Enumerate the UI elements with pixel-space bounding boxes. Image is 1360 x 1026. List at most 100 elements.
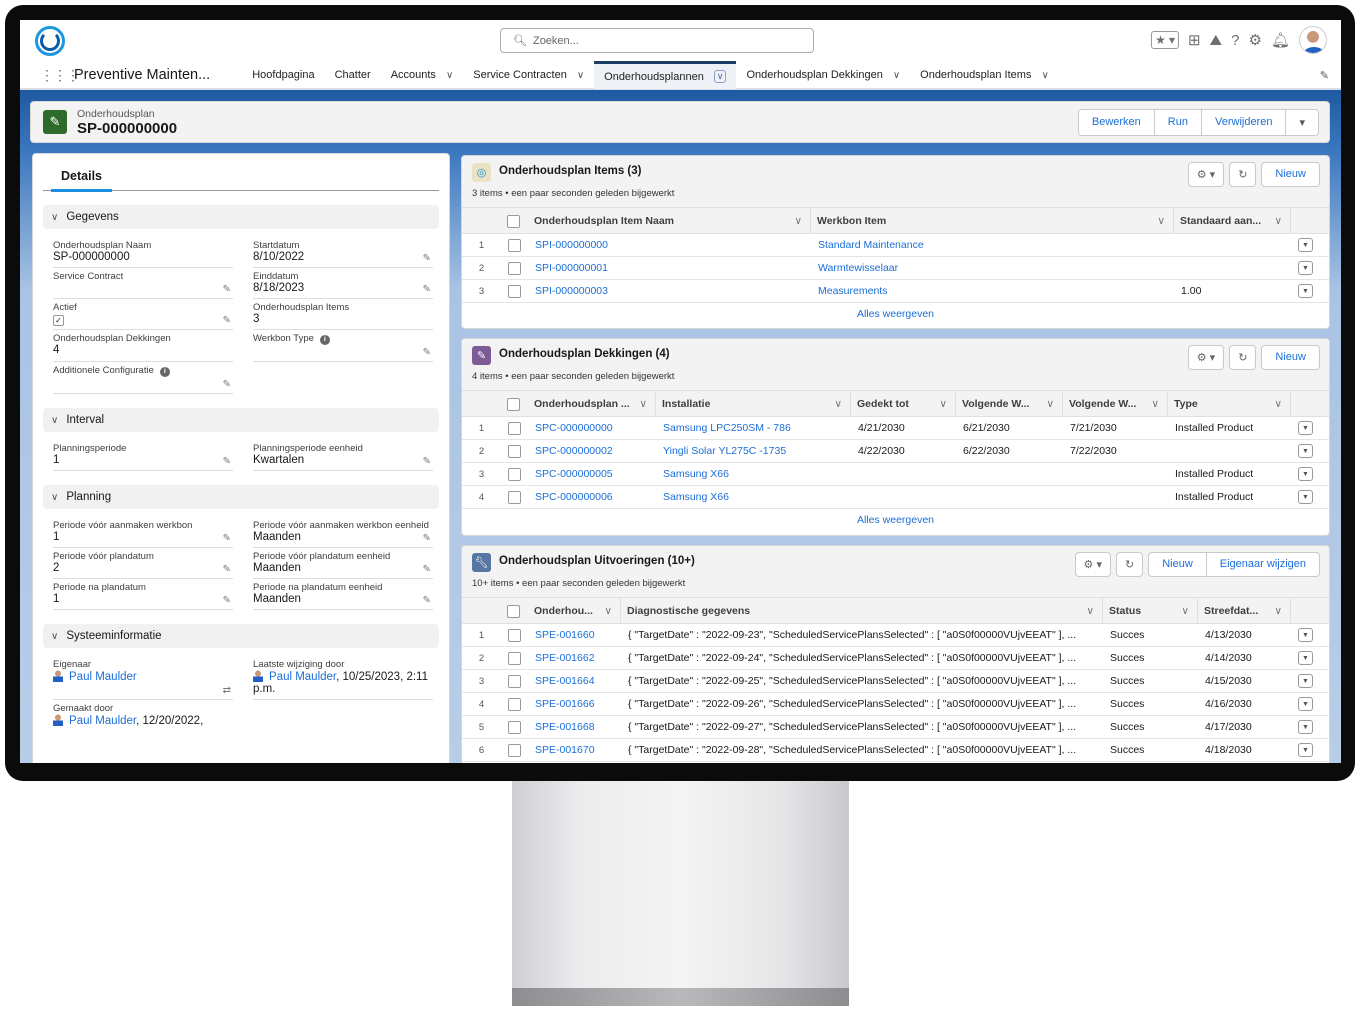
cell-link[interactable]: SPI-000000003	[528, 285, 811, 297]
cell-link[interactable]: SPE-001666	[528, 698, 621, 710]
row-checkbox[interactable]	[508, 444, 521, 458]
app-logo[interactable]	[35, 26, 65, 56]
cell-link[interactable]: SPC-000000002	[528, 445, 656, 457]
cell-link[interactable]: Yingli Solar YL275C -1735	[656, 445, 851, 457]
favorites-button[interactable]: ★ ▾	[1151, 31, 1179, 49]
column-header[interactable]: Onderhoudsplan Item Naam ∨	[528, 208, 811, 234]
column-header[interactable]: Volgende W... ∨	[956, 391, 1063, 417]
pencil-icon[interactable]: ✎	[423, 284, 431, 295]
cell-link[interactable]: SPI-000000000	[528, 239, 811, 251]
run-button[interactable]: Run	[1153, 109, 1201, 135]
row-checkbox[interactable]	[508, 743, 521, 757]
row-action-menu[interactable]: ▼	[1298, 261, 1313, 275]
row-action-menu[interactable]: ▼	[1298, 628, 1313, 642]
tab-service-contracten[interactable]: Service Contracten ∨	[463, 61, 594, 89]
column-header[interactable]: Installatie ∨	[656, 391, 851, 417]
cell-link[interactable]: SPE-001660	[528, 629, 621, 641]
row-checkbox[interactable]	[508, 628, 521, 642]
row-checkbox[interactable]	[508, 261, 521, 275]
refresh-button[interactable]: ↻	[1229, 162, 1257, 187]
tab-onderhoudsplannen[interactable]: Onderhoudsplannen ∨	[594, 61, 737, 89]
user-link[interactable]: Paul Maulder	[69, 715, 136, 727]
select-all-checkbox[interactable]	[507, 214, 520, 228]
tab-accounts[interactable]: Accounts ∨	[381, 61, 464, 89]
select-all-checkbox[interactable]	[507, 397, 520, 411]
info-icon[interactable]: i	[319, 335, 330, 345]
view-all-link[interactable]: Alles weergeven	[462, 303, 1329, 320]
pencil-icon[interactable]: ✎	[223, 456, 231, 467]
column-header[interactable]: Diagnostische gegevens ∨	[621, 598, 1103, 624]
column-header[interactable]: Onderhou... ∨	[528, 598, 621, 624]
edit-nav-icon[interactable]: ✎	[1320, 69, 1329, 82]
row-action-menu[interactable]: ▼	[1298, 720, 1313, 734]
row-action-menu[interactable]: ▼	[1298, 238, 1313, 252]
column-header[interactable]: Onderhoudsplan ... ∨	[528, 391, 656, 417]
tab-onderhoudsplan-dekkingen[interactable]: Onderhoudsplan Dekkingen ∨	[736, 61, 910, 89]
row-action-menu[interactable]: ▼	[1298, 284, 1313, 298]
list-settings-button[interactable]: ⚙ ▾	[1187, 162, 1225, 187]
chevron-down-icon[interactable]: ∨	[713, 70, 727, 83]
refresh-button[interactable]: ↻	[1115, 552, 1144, 577]
row-action-menu[interactable]: ▼	[1298, 467, 1313, 481]
column-header[interactable]: Streefdat... ∨	[1198, 598, 1291, 624]
row-checkbox[interactable]	[508, 490, 521, 504]
cell-link[interactable]: Standard Maintenance	[811, 239, 1174, 251]
chevron-down-icon[interactable]: ∨	[1274, 215, 1282, 227]
cell-link[interactable]: SPC-000000006	[528, 491, 656, 503]
row-action-menu[interactable]: ▼	[1298, 697, 1313, 711]
list-settings-button[interactable]: ⚙ ▾	[1187, 345, 1225, 370]
row-checkbox[interactable]	[508, 238, 521, 252]
chevron-down-icon[interactable]: ∨	[1046, 398, 1054, 410]
cell-link[interactable]: SPC-000000000	[528, 422, 656, 434]
chevron-down-icon[interactable]: ∨	[604, 605, 612, 617]
section-header-planning[interactable]: ∨ Planning	[43, 485, 439, 509]
bell-icon[interactable]: 🔔︎	[1271, 31, 1290, 49]
row-action-menu[interactable]: ▼	[1298, 444, 1313, 458]
chevron-down-icon[interactable]: ∨	[794, 215, 802, 227]
pencil-icon[interactable]: ✎	[423, 456, 431, 467]
row-checkbox[interactable]	[508, 720, 521, 734]
new-button[interactable]: Nieuw	[1262, 163, 1319, 186]
info-icon[interactable]: i	[159, 367, 170, 377]
pencil-icon[interactable]: ✎	[423, 533, 431, 544]
card-title[interactable]: Onderhoudsplan Uitvoeringen (10+)	[499, 555, 695, 567]
list-settings-button[interactable]: ⚙ ▾	[1074, 552, 1111, 577]
select-all-checkbox[interactable]	[507, 604, 520, 618]
app-launcher-icon[interactable]: ⋮⋮⋮	[40, 68, 80, 82]
view-all-link[interactable]: Alles weergeven	[462, 509, 1329, 526]
row-checkbox[interactable]	[508, 674, 521, 688]
row-action-menu[interactable]: ▼	[1298, 743, 1313, 757]
cell-link[interactable]: SPE-001668	[528, 721, 621, 733]
pencil-icon[interactable]: ✎	[223, 533, 231, 544]
user-link[interactable]: Paul Maulder	[269, 671, 336, 683]
cell-link[interactable]: Measurements	[811, 285, 1174, 297]
section-header-systeeminformatie[interactable]: ∨ Systeeminformatie	[43, 624, 439, 648]
tab-details[interactable]: Details	[51, 154, 112, 192]
pencil-icon[interactable]: ✎	[223, 315, 231, 326]
more-actions-button[interactable]: ▾	[1285, 109, 1318, 135]
chevron-down-icon[interactable]: ∨	[1274, 605, 1282, 617]
chevron-down-icon[interactable]: ∨	[1181, 605, 1189, 617]
pencil-icon[interactable]: ✎	[423, 595, 431, 606]
section-header-gegevens[interactable]: ∨ Gegevens	[43, 205, 439, 229]
chevron-down-icon[interactable]: ∨	[639, 398, 647, 410]
cell-link[interactable]: Samsung X66	[656, 468, 851, 480]
new-button[interactable]: Nieuw	[1262, 346, 1319, 369]
chevron-down-icon[interactable]: ∨	[1157, 215, 1165, 227]
column-header[interactable]: Standaard aan... ∨	[1174, 208, 1291, 234]
card-title[interactable]: Onderhoudsplan Items (3)	[499, 165, 642, 177]
cell-link[interactable]: Warmtewisselaar	[811, 262, 1174, 274]
refresh-button[interactable]: ↻	[1229, 345, 1257, 370]
user-avatar[interactable]	[1299, 26, 1327, 54]
cell-link[interactable]: SPI-000000001	[528, 262, 811, 274]
chevron-down-icon[interactable]: ∨	[939, 398, 947, 410]
delete-button[interactable]: Verwijderen	[1200, 109, 1286, 135]
pencil-icon[interactable]: ✎	[223, 284, 231, 295]
cell-link[interactable]: SPE-001664	[528, 675, 621, 687]
column-header[interactable]: Werkbon Item ∨	[811, 208, 1174, 234]
cell-link[interactable]: SPE-001670	[528, 744, 621, 756]
tab-hoofdpagina[interactable]: Hoofdpagina	[242, 61, 324, 89]
column-header[interactable]: Type ∨	[1168, 391, 1291, 417]
chevron-down-icon[interactable]: ∨	[1086, 605, 1094, 617]
column-header[interactable]: Gedekt tot ∨	[851, 391, 956, 417]
